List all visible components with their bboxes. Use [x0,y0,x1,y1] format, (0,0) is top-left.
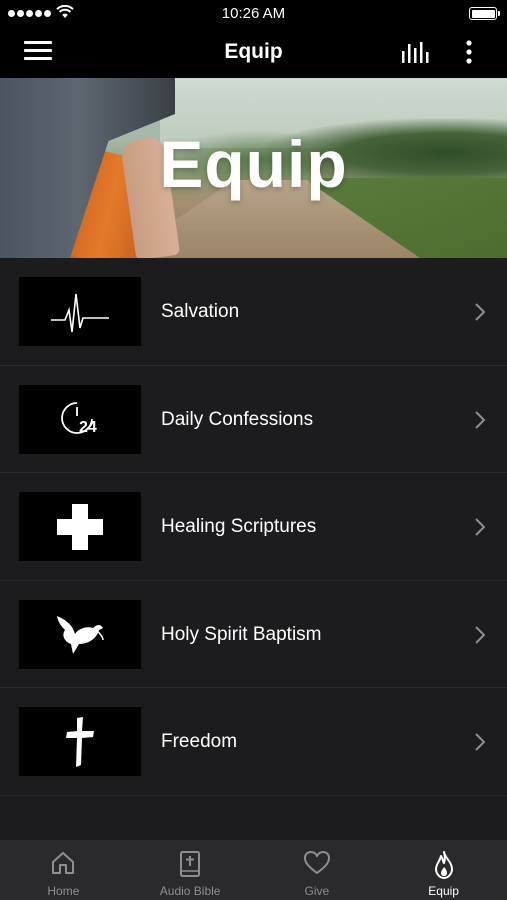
freedom-thumbnail [19,707,141,776]
navigation-bar: Equip [0,28,507,78]
tab-equip[interactable]: Equip [380,840,507,900]
clock-24-icon: 24 [61,402,97,436]
cross-icon [66,716,94,767]
tab-audio-bible[interactable]: Audio Bible [127,840,254,900]
list-item-holy-spirit-baptism[interactable]: Holy Spirit Baptism [0,581,507,688]
status-bar: 10:26 AM [0,0,507,28]
chevron-right-icon [475,733,486,751]
list-item-daily-confessions[interactable]: 24 Daily Confessions [0,366,507,473]
tab-label: Equip [428,884,459,898]
holy-spirit-baptism-thumbnail [19,599,141,669]
healing-scriptures-thumbnail [19,492,141,561]
chevron-right-icon [475,410,486,429]
list-item-label: Freedom [161,731,238,752]
chevron-right-icon [475,303,486,321]
list-item-label: Daily Confessions [161,408,314,430]
chevron-right-icon [475,518,486,536]
dove-icon [57,616,104,654]
heart-icon [303,851,330,874]
battery-icon [469,7,500,20]
equip-list: Salvation 24 Daily Confessions Healing S… [0,258,507,840]
tab-give[interactable]: Give [254,840,381,900]
hero-banner: Equip [0,78,507,258]
tab-label: Give [304,884,330,898]
medical-cross-icon [57,503,103,550]
home-icon [52,852,75,874]
tab-bar: Home Audio Bible Give Equip [0,840,507,900]
list-item-salvation[interactable]: Salvation [0,258,507,366]
tab-label: Home [47,884,80,898]
daily-confessions-thumbnail: 24 [19,384,141,454]
bible-icon [180,851,201,877]
list-item-label: Healing Scriptures [161,516,317,537]
list-item-healing-scriptures[interactable]: Healing Scriptures [0,473,507,581]
tab-home[interactable]: Home [0,840,127,900]
list-item-freedom[interactable]: Freedom [0,688,507,796]
status-time: 10:26 AM [221,5,286,22]
more-vertical-icon[interactable] [460,38,478,68]
heartbeat-icon [51,293,109,332]
list-item-label: Salvation [161,301,240,322]
flame-icon [434,851,453,879]
list-item-label: Holy Spirit Baptism [161,623,322,645]
equalizer-icon[interactable] [400,39,432,67]
clock-24-text: 24 [79,419,97,436]
salvation-thumbnail [19,277,141,346]
hero-title: Equip [159,127,348,201]
chevron-right-icon [475,625,486,644]
tab-label: Audio Bible [159,884,221,898]
